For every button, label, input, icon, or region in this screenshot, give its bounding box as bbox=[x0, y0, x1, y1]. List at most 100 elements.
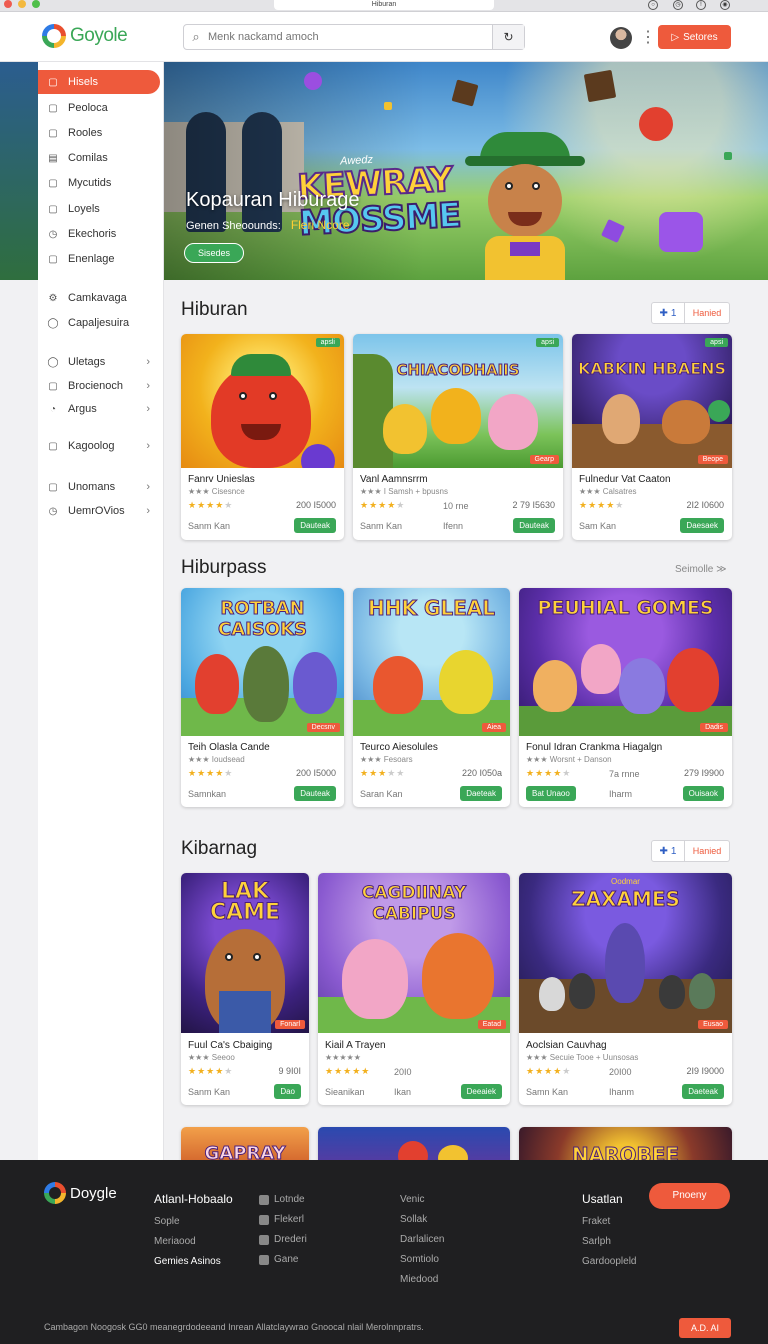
sidebar-item-mycutids[interactable]: ▢ Mycutids bbox=[38, 171, 160, 195]
close-window-icon[interactable] bbox=[4, 0, 12, 8]
play-button[interactable]: Ouisaok bbox=[682, 786, 724, 801]
play-icon: ▢ bbox=[48, 177, 58, 189]
sidebar-item-label: Hisels bbox=[68, 76, 98, 88]
mini-stars: ★★★ bbox=[188, 1053, 212, 1062]
language-button[interactable]: A.D. AI bbox=[679, 1318, 731, 1338]
game-card[interactable]: Oodmar ZAXAMES Eusao Aoclsian Cauvhag ★★… bbox=[519, 873, 732, 1105]
game-card[interactable]: KABKIN HBAENS apsi Beope Fulnedur Vat Ca… bbox=[572, 334, 732, 540]
top-header: Goyole ⌕ ↻ ⋮ ▷ Setores bbox=[0, 12, 768, 62]
sidebar-item-camkavaga[interactable]: ⚙ Camkavaga bbox=[38, 286, 160, 310]
maximize-window-icon[interactable] bbox=[32, 0, 40, 8]
sidebar-item-label: Kagoolog bbox=[68, 440, 115, 452]
footer-link[interactable]: Gemies Asinos bbox=[154, 1256, 233, 1267]
footer-link[interactable]: Meriaood bbox=[154, 1236, 233, 1247]
footer-logo[interactable]: Doygle bbox=[44, 1182, 117, 1204]
search-icon: ⌕ bbox=[192, 29, 200, 44]
game-card[interactable]: LAK CAME Fonarl Fuul Ca's Cbaiging ★★★ S… bbox=[181, 873, 309, 1105]
footer-cta-button[interactable]: Pnoeny bbox=[649, 1183, 730, 1209]
avatar[interactable] bbox=[610, 27, 632, 49]
sidebar-item-capaljesuira[interactable]: ◯ Capaljesuira bbox=[38, 311, 160, 335]
footer-link[interactable]: Miedood bbox=[400, 1274, 444, 1285]
logo-text: Goyole bbox=[70, 25, 128, 46]
confetti bbox=[659, 212, 703, 252]
footer-link[interactable]: Darlalicen bbox=[400, 1234, 444, 1245]
clock-icon: ◷ bbox=[48, 228, 58, 240]
sidebar-item-loyels[interactable]: ▢ Loyels bbox=[38, 197, 160, 221]
game-art-title: HHK GLEAL bbox=[368, 596, 496, 620]
card-badge: apsi bbox=[536, 338, 559, 347]
footer-link[interactable]: Flekerl bbox=[259, 1214, 307, 1225]
profile-icon[interactable]: ◉ bbox=[720, 0, 730, 10]
game-card[interactable]: CHIACODHAIIS apsi Gearp Vanl Aamnsrrm ★★… bbox=[353, 334, 563, 540]
play-button[interactable]: Dao bbox=[274, 1084, 301, 1099]
footer-link[interactable]: Drederi bbox=[259, 1234, 307, 1245]
list-icon: ▤ bbox=[48, 152, 58, 164]
game-card[interactable]: CAGDIINAY CABIPUS Eatad Kiail A Trayen ★… bbox=[318, 873, 510, 1105]
game-duration: 7a rnne bbox=[609, 769, 640, 779]
game-card[interactable]: ROTBAN CAISOKS Decsnv Teih Olasla Cande … bbox=[181, 588, 344, 807]
refresh-icon[interactable]: ↻ bbox=[492, 25, 524, 49]
sidebar-item-brocienoch[interactable]: ▢ Brocienoch › bbox=[38, 374, 160, 398]
sidebar-item-unomans[interactable]: ▢ Unomans › bbox=[38, 475, 160, 499]
see-more-link[interactable]: Seimolle ≫ bbox=[675, 564, 727, 575]
card-tag: Aiea bbox=[481, 723, 506, 732]
site-logo[interactable]: Goyole bbox=[42, 24, 128, 48]
logo-icon bbox=[42, 24, 66, 48]
add-button[interactable]: ✚ 1 bbox=[651, 302, 685, 324]
sidebar-item-hisels[interactable]: ▢ Hisels bbox=[38, 70, 160, 94]
sidebar-item-peoloca[interactable]: ▢ Peoloca bbox=[38, 96, 160, 120]
footer-link[interactable]: Gane bbox=[259, 1254, 307, 1265]
play-button[interactable]: Dauteak bbox=[294, 518, 336, 533]
game-card[interactable]: apsli Fanrv Unieslas ★★★ Cisesnce ★★★★★ … bbox=[181, 334, 344, 540]
game-meta-text: I Samsh + bpusns bbox=[383, 487, 449, 496]
game-card[interactable]: HHK GLEAL Aiea Teurco Aiesolules ★★★ Fes… bbox=[353, 588, 510, 807]
search-input[interactable] bbox=[208, 25, 493, 49]
play-icon: ▷ bbox=[671, 31, 680, 43]
chevron-right-icon: › bbox=[146, 440, 150, 452]
logo-icon bbox=[44, 1182, 66, 1204]
footer-link[interactable]: Sarlph bbox=[582, 1236, 636, 1247]
play-button[interactable]: Dauteak bbox=[294, 786, 336, 801]
game-meta-text: Calsatres bbox=[602, 487, 637, 496]
hide-button[interactable]: Hanied bbox=[685, 302, 730, 324]
notification-icon[interactable]: ! bbox=[696, 0, 706, 10]
sidebar-item-enenlage[interactable]: ▢ Enenlage bbox=[38, 247, 160, 271]
sidebar-item-uemrovios[interactable]: ◷ UemrOVios › bbox=[38, 499, 160, 523]
game-card[interactable]: PEUHIAL GOMES Dadis Fonul Idran Crankma … bbox=[519, 588, 732, 807]
sidebar-item-ekechoris[interactable]: ◷ Ekechoris bbox=[38, 222, 160, 246]
add-button[interactable]: ✚ 1 bbox=[651, 840, 685, 862]
play-button[interactable]: Daesaek bbox=[680, 518, 724, 533]
sidebar-item-rooles[interactable]: ▢ Rooles bbox=[38, 121, 160, 145]
footer-link[interactable]: Lotnde bbox=[259, 1194, 307, 1205]
footer-heading: Usatlan bbox=[582, 1192, 623, 1206]
more-options-icon[interactable]: ⋮ bbox=[640, 27, 656, 47]
publisher: Samn Kan bbox=[526, 1087, 569, 1097]
play-button[interactable]: Daeteak bbox=[460, 786, 502, 801]
footer-link[interactable]: Somtiolo bbox=[400, 1254, 444, 1265]
game-meta: ★★★ Calsatres bbox=[579, 487, 637, 496]
trial-button[interactable]: Bat Unaoo bbox=[526, 786, 576, 801]
sidebar-item-uletags[interactable]: ◯ Uletags › bbox=[38, 350, 160, 374]
clock-icon: ◷ bbox=[48, 505, 58, 517]
gear-icon: ⚙ bbox=[48, 292, 58, 304]
minimize-window-icon[interactable] bbox=[18, 0, 26, 8]
footer-link[interactable]: Venic bbox=[400, 1194, 444, 1205]
play-button[interactable]: Daeteak bbox=[682, 1084, 724, 1099]
sidebar-item-argus[interactable]: ◔ Argus › bbox=[38, 397, 160, 421]
footer-heading: Atlanl-Hobaalo bbox=[154, 1192, 233, 1206]
subscribe-button[interactable]: ▷ Setores bbox=[658, 25, 731, 49]
footer-link[interactable]: Fraket bbox=[582, 1216, 636, 1227]
hide-button[interactable]: Hanied bbox=[685, 840, 730, 862]
play-button[interactable]: Dauteak bbox=[513, 518, 555, 533]
game-meta-text: Ioudsead bbox=[211, 755, 245, 764]
footer-link[interactable]: Gardoopleld bbox=[582, 1256, 636, 1267]
sidebar-item-kagoolog[interactable]: ▢ Kagoolog › bbox=[38, 434, 160, 458]
footer-link[interactable]: Sollak bbox=[400, 1214, 444, 1225]
clock-icon[interactable]: ◷ bbox=[673, 0, 683, 10]
play-button[interactable]: Deeaiek bbox=[460, 1084, 502, 1099]
hero-subtitle-text: Genen Sheoounds: bbox=[186, 220, 281, 232]
sidebar-item-comilas[interactable]: ▤ Comilas bbox=[38, 146, 160, 170]
footer-link[interactable]: Sople bbox=[154, 1216, 233, 1227]
extension-icon[interactable]: ○ bbox=[648, 0, 658, 10]
hero-cta-button[interactable]: Sisedes bbox=[184, 243, 244, 263]
